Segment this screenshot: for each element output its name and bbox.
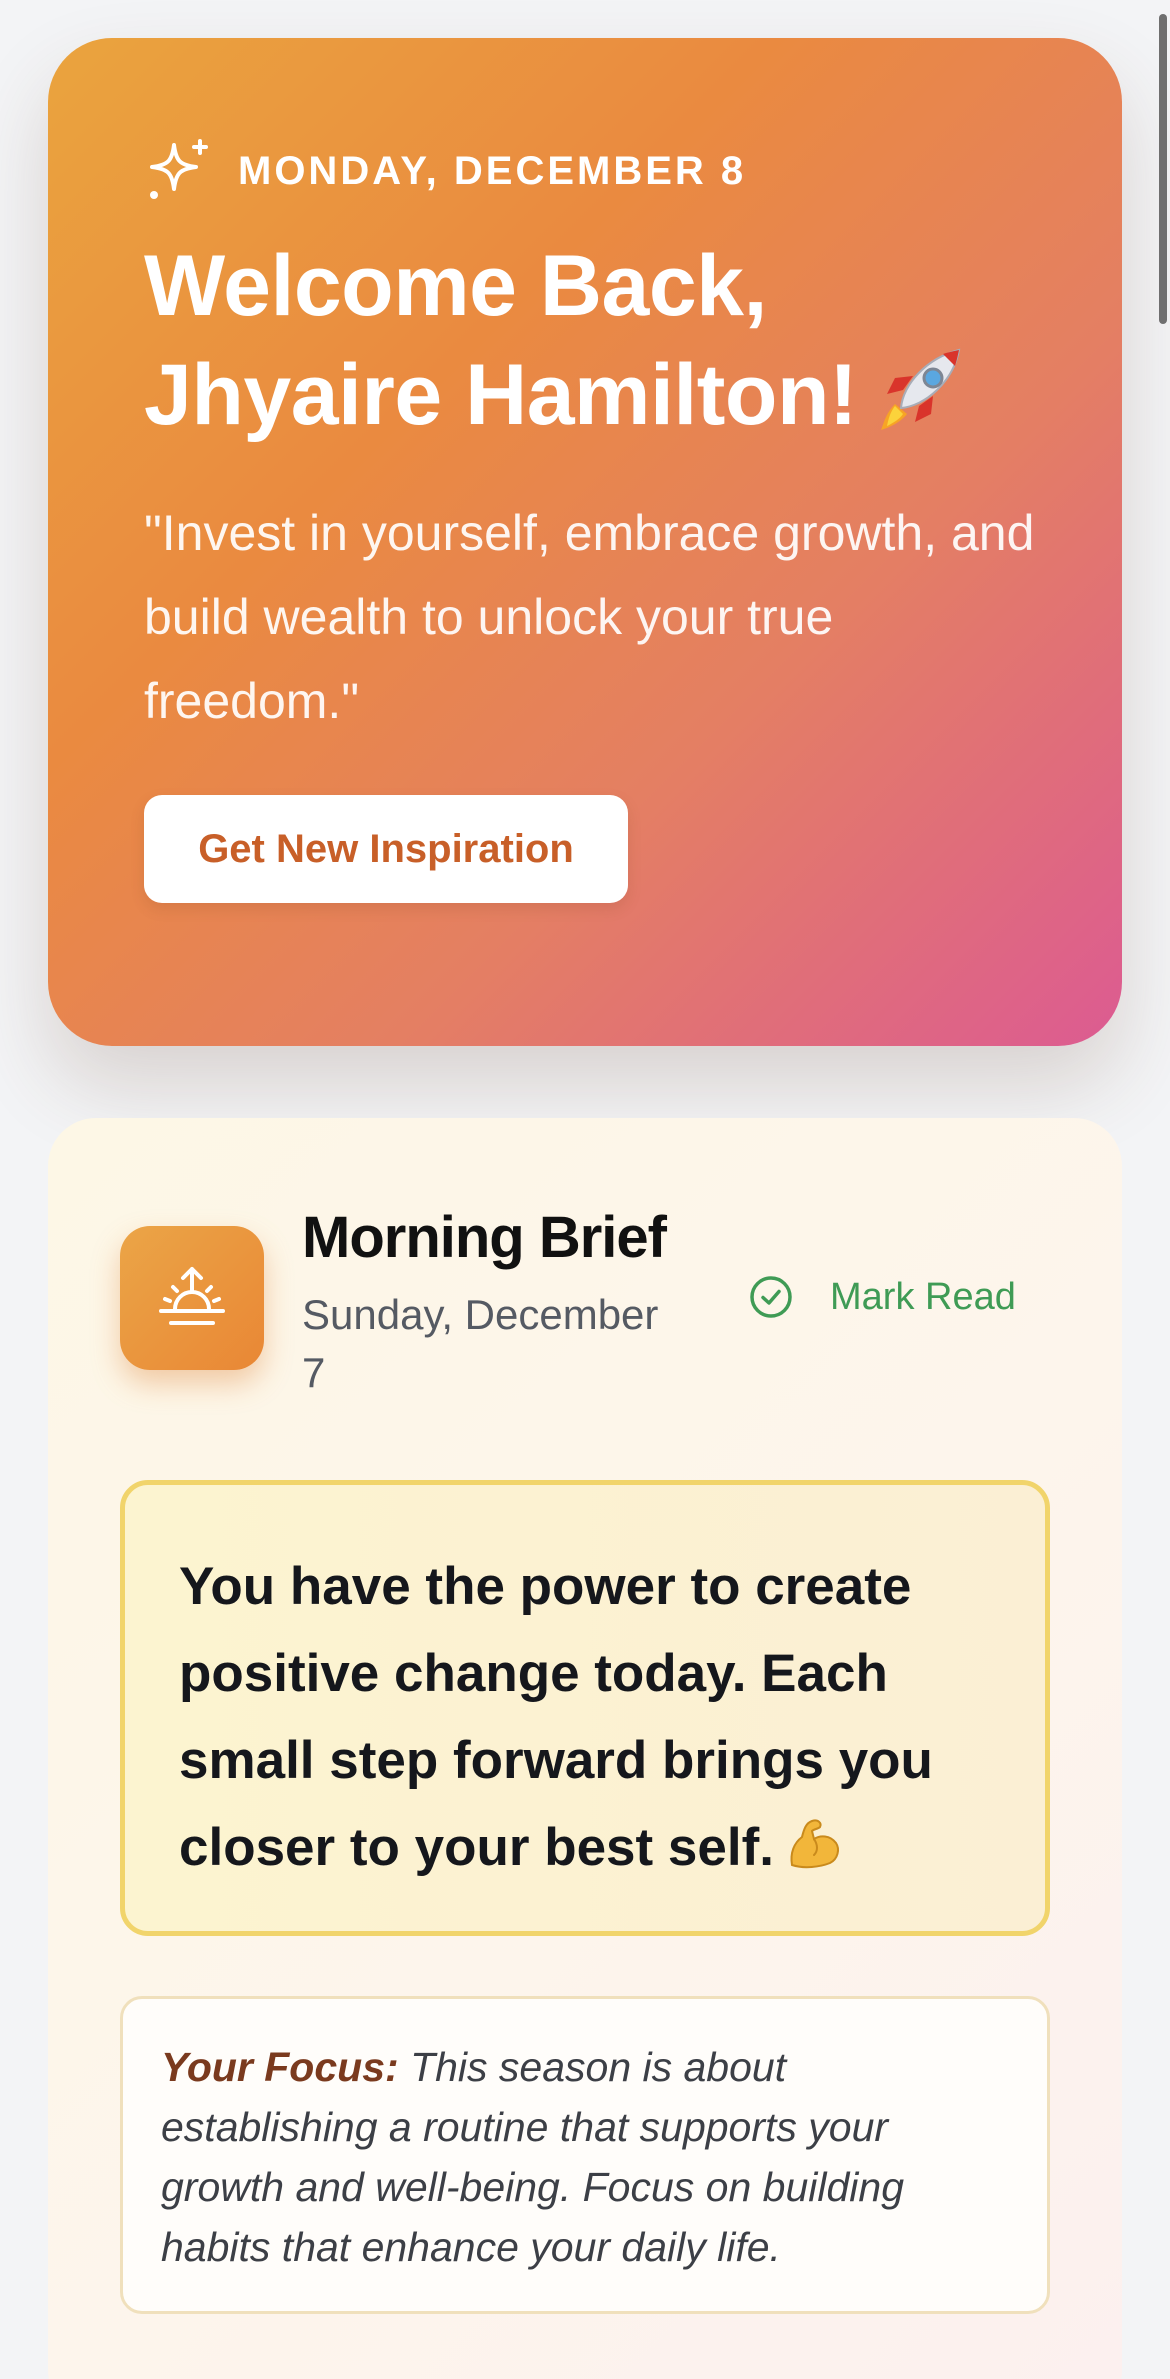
get-new-inspiration-button[interactable]: Get New Inspiration [144,795,628,903]
morning-brief-card: Morning Brief Sunday, December 7 Mark Re… [48,1118,1122,2379]
welcome-line-1: Welcome Back, [144,238,767,334]
user-greeting-name: Jhyaire Hamilton! [144,347,858,443]
check-circle-icon [750,1276,792,1318]
flexed-biceps-icon [790,1819,839,1869]
sparkle-icon [150,139,208,199]
mark-read-label: Mark Read [830,1275,1016,1318]
brief-title: Morning Brief [302,1205,667,1270]
brief-icon-tile [120,1226,264,1370]
welcome-card: MONDAY, DECEMBER 8 Welcome Back, Jhyaire… [48,38,1122,1046]
focus-text: Your Focus: This season is about establi… [161,2037,1009,2277]
focus-box: Your Focus: This season is about establi… [120,1996,1050,2314]
inspiration-quote: "Invest in yourself, embrace growth, and… [144,505,1035,729]
rocket-icon [881,348,961,430]
affirmation-box: You have the power to create positive ch… [120,1480,1050,1936]
date-row: MONDAY, DECEMBER 8 [144,136,1026,206]
affirmation-text: You have the power to create positive ch… [179,1543,989,1891]
current-date: MONDAY, DECEMBER 8 [238,148,747,193]
brief-date: Sunday, December 7 [302,1291,659,1396]
mark-read-button[interactable]: Mark Read [748,1274,1016,1320]
sunrise-icon [159,1267,225,1325]
welcome-line-2: Jhyaire Hamilton! [144,340,1026,449]
app-page: MONDAY, DECEMBER 8 Welcome Back, Jhyaire… [0,0,1170,2379]
focus-label: Your Focus: [161,2044,399,2090]
welcome-heading: Welcome Back, Jhyaire Hamilton! [144,232,1026,449]
scrollbar[interactable] [1156,0,1170,2379]
scrollbar-thumb[interactable] [1159,14,1167,324]
